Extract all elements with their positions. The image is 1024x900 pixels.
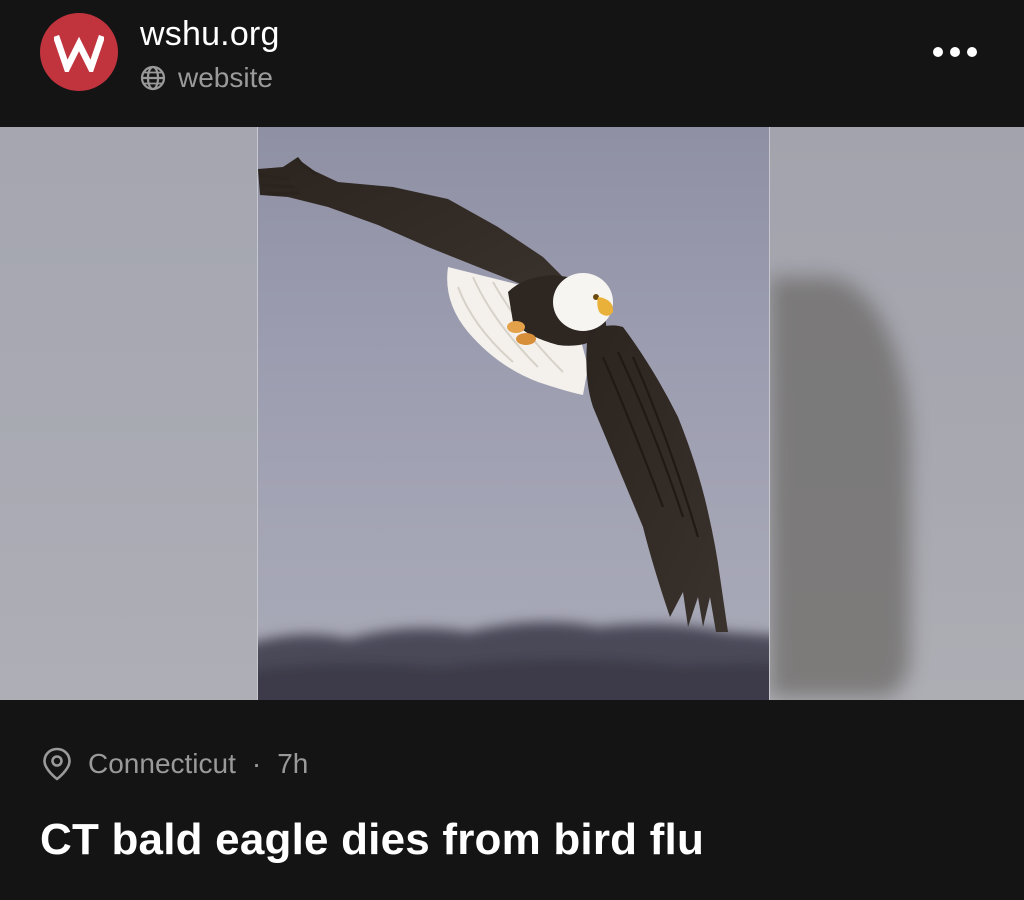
post-header: wshu.org website [0, 0, 1024, 127]
eagle-right-wing [586, 325, 728, 632]
meta-separator: · [251, 748, 262, 779]
bald-eagle-illustration [258, 157, 769, 700]
more-options-button[interactable] [918, 30, 992, 74]
eagle-foot [507, 321, 525, 333]
source-name[interactable]: wshu.org [140, 14, 280, 54]
location-label[interactable]: Connecticut [88, 744, 236, 784]
globe-icon [140, 65, 166, 91]
more-dot [950, 47, 960, 57]
image-backdrop-left [0, 127, 257, 700]
source-type: website [140, 60, 273, 96]
treeline [258, 622, 769, 700]
source-type-label: website [178, 62, 273, 93]
timestamp: 7h [277, 748, 309, 779]
headline[interactable]: CT bald eagle dies from bird flu [40, 812, 704, 868]
eagle-foot [516, 333, 536, 345]
post-meta: Connecticut · 7h [40, 744, 308, 784]
avatar[interactable] [40, 13, 118, 91]
post-image[interactable] [0, 127, 1024, 700]
more-dot [967, 47, 977, 57]
post-footer: Connecticut · 7h CT bald eagle dies from… [0, 700, 1024, 900]
more-horizontal-icon [933, 47, 943, 57]
wshu-logo-icon [54, 34, 104, 72]
eagle-left-wing [258, 157, 568, 302]
blurred-wing [770, 277, 910, 697]
location-pin-icon [43, 747, 71, 781]
eagle-photo [257, 127, 770, 700]
